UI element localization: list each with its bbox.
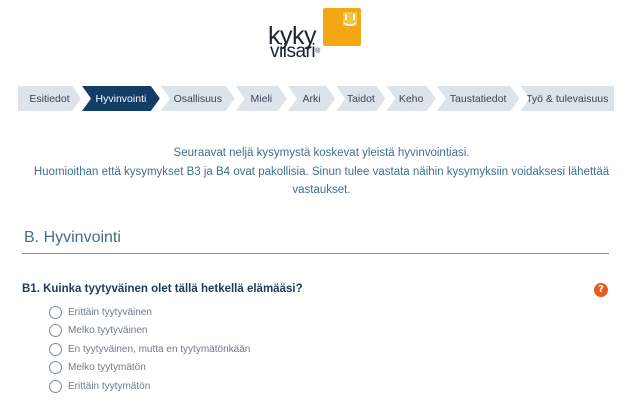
option-erittain-tyytyvainen[interactable]: Erittäin tyytyväinen — [49, 303, 250, 322]
step-tyo-tulevaisuus[interactable]: Työ & tulevaisuus — [520, 86, 615, 111]
section-title: B. Hyvinvointi — [24, 229, 121, 246]
question-b1: B1. Kuinka tyytyväinen olet tällä hetkel… — [22, 283, 303, 295]
section-divider — [22, 253, 609, 254]
option-label: Melko tyytyväinen — [68, 325, 148, 337]
option-label: Erittäin tyytyväinen — [68, 306, 152, 318]
intro-text: Seuraavat neljä kysymystä koskevat yleis… — [0, 144, 643, 200]
option-label: Melko tyytymätön — [68, 362, 146, 374]
step-taustatiedot[interactable]: Taustatiedot — [437, 86, 520, 111]
step-keho[interactable]: Keho — [386, 86, 435, 111]
option-label: Erittäin tyytymätön — [68, 380, 151, 392]
logo-smiley-icon — [323, 8, 361, 46]
option-neutraali[interactable]: En tyytyväinen, mutta en tyytymätönkään — [49, 340, 250, 359]
step-osallisuus[interactable]: Osallisuus — [161, 86, 235, 111]
intro-line-2: Huomioithan että kysymykset B3 ja B4 ova… — [33, 165, 610, 178]
kykyviisari-logo[interactable]: kyky viisari® — [268, 8, 364, 61]
step-esitiedot[interactable]: Esitiedot — [18, 86, 81, 111]
step-hyvinvointi[interactable]: Hyvinvointi — [82, 86, 160, 111]
radio-button[interactable] — [49, 342, 62, 356]
intro-line-1: Seuraavat neljä kysymystä koskevat yleis… — [173, 147, 470, 159]
option-erittain-tyytymaton[interactable]: Erittäin tyytymätön — [49, 377, 250, 396]
step-taidot[interactable]: Taidot — [336, 86, 385, 111]
radio-button[interactable] — [49, 361, 62, 375]
help-icon[interactable]: ? — [594, 283, 608, 297]
step-arki[interactable]: Arki — [288, 86, 335, 111]
radio-button[interactable] — [49, 379, 62, 393]
radio-button[interactable] — [49, 305, 62, 319]
option-melko-tyytymaton[interactable]: Melko tyytymätön — [49, 359, 250, 378]
logo-text-line2: viisari® — [270, 41, 320, 62]
step-mieli[interactable]: Mieli — [236, 86, 287, 111]
intro-line-3: vastaukset. — [292, 184, 351, 196]
option-label: En tyytyväinen, mutta en tyytymätönkään — [68, 343, 251, 355]
option-melko-tyytyvainen[interactable]: Melko tyytyväinen — [49, 322, 250, 341]
answer-options: Erittäin tyytyväinen Melko tyytyväinen E… — [49, 303, 250, 396]
radio-button[interactable] — [49, 324, 62, 338]
progress-steps: Esitiedot Hyvinvointi Osallisuus Mieli A… — [18, 86, 615, 111]
